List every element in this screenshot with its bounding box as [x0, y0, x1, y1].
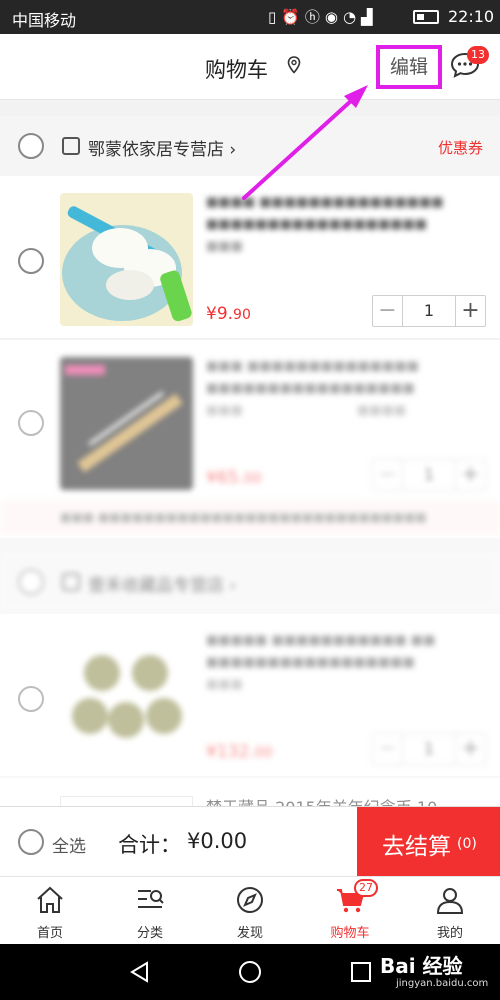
decrease-button[interactable]: − [373, 460, 403, 490]
page-title: 购物车 [205, 58, 268, 82]
cart-item: ■■■ ■■■■■■■■■■■■■■ ■■■■■■■■■■■■■■■■■ ■■■ ■… [0, 340, 500, 538]
item-select-radio[interactable] [18, 686, 44, 712]
chevron-right-icon: › [229, 576, 237, 596]
location-icon[interactable] [287, 56, 301, 74]
bottom-tab-bar: 首页 分类 发现 27 购物车 我的 [0, 876, 500, 944]
store-header: 鄂蒙依家居专营店 › 优惠券 [0, 116, 500, 176]
promotion-row: ■■■ ■■■■■■■■■■■■■■■■■■■■■■■■■■■■■ [0, 500, 500, 536]
store-name[interactable]: 鄂蒙依家居专营店 › [88, 135, 236, 160]
status-bar: 中国移动 ▯⏰ⓗ◉◔▟ 22:10 [0, 0, 500, 34]
tab-category[interactable]: 分类 [100, 877, 200, 945]
select-all-label[interactable]: 全选 [52, 832, 86, 857]
compass-icon [237, 887, 263, 913]
product-image[interactable] [60, 357, 193, 490]
tab-label: 购物车 [330, 926, 370, 941]
item-price: ¥65.00 [206, 468, 262, 488]
chevron-right-icon: › [229, 140, 237, 160]
store-name[interactable]: 壹禾收藏品专营店 › [88, 571, 236, 596]
cart-item: 梦于藏品 2015年羊年纪念币 10 [0, 778, 500, 806]
tab-label: 发现 [236, 926, 263, 941]
checkout-button[interactable]: 去结算 (0) [357, 807, 500, 877]
checkout-bar: 全选 合计： ¥0.00 去结算 (0) [0, 806, 500, 877]
tab-cart[interactable]: 27 购物车 [300, 877, 400, 945]
coupon-link[interactable]: 优惠券 [438, 137, 483, 158]
tab-profile[interactable]: 我的 [400, 877, 500, 945]
quantity-stepper[interactable]: − 1 + [372, 733, 486, 765]
product-image[interactable] [60, 193, 193, 326]
shop-icon [62, 573, 80, 591]
checkout-label: 去结算 [382, 834, 451, 860]
total-amount: ¥0.00 [187, 829, 248, 853]
product-title[interactable]: ■■■ ■■■■■■■■■■■■■■ ■■■■■■■■■■■■■■■■■ ■■■ ■… [206, 356, 446, 422]
tab-label: 我的 [436, 926, 463, 941]
battery-icon [413, 10, 439, 24]
quantity-stepper[interactable]: − 1 + [372, 295, 486, 327]
edit-button[interactable]: 编辑 [376, 45, 442, 89]
watermark-logo: Bai 经验 [380, 954, 463, 978]
product-title[interactable]: ■■■■■ ■■■■■■■■■■■ ■■ ■■■■■■■■■■■■■■■■■ ■■■ [206, 630, 446, 696]
shop-icon [62, 137, 80, 155]
quantity-value[interactable]: 1 [403, 734, 455, 764]
total-label: 合计： [118, 833, 181, 857]
back-icon[interactable] [128, 960, 150, 984]
item-price: ¥9.90 [206, 304, 251, 324]
message-badge: 13 [467, 46, 489, 64]
checkout-count: (0) [457, 836, 477, 852]
quantity-value[interactable]: 1 [403, 460, 455, 490]
tab-discover[interactable]: 发现 [200, 877, 300, 945]
page-header: 购物车 编辑 13 [0, 34, 500, 100]
store-select-radio[interactable] [18, 133, 44, 159]
status-icons: ▯⏰ⓗ◉◔▟ [268, 8, 378, 26]
tab-label: 分类 [136, 926, 163, 941]
product-image[interactable] [60, 796, 193, 806]
select-all-radio[interactable] [18, 829, 44, 855]
cart-item: ■■■■■ ■■■■■■■■■■■ ■■ ■■■■■■■■■■■■■■■■■ ■■■… [0, 614, 500, 776]
increase-button[interactable]: + [455, 296, 485, 326]
watermark-url: jingyan.baidu.com [396, 978, 489, 989]
recents-icon[interactable] [350, 961, 372, 983]
tab-label: 首页 [36, 926, 63, 941]
store-select-radio[interactable] [18, 569, 44, 595]
decrease-button[interactable]: − [373, 734, 403, 764]
item-price: ¥132.00 [206, 742, 273, 762]
store-header: 壹禾收藏品专营店 › [0, 552, 500, 612]
home-circle-icon[interactable] [238, 960, 262, 984]
product-title[interactable]: 梦于藏品 2015年羊年纪念币 10 [206, 794, 437, 806]
system-nav-bar: Bai 经验 jingyan.baidu.com [0, 944, 500, 1000]
category-icon [138, 890, 164, 908]
home-icon [37, 886, 63, 913]
carrier-label: 中国移动 [12, 11, 77, 30]
quantity-stepper[interactable]: − 1 + [372, 459, 486, 491]
quantity-value[interactable]: 1 [403, 296, 455, 326]
clock: 22:10 [448, 7, 495, 26]
person-icon [436, 888, 464, 914]
increase-button[interactable]: + [455, 460, 485, 490]
product-title[interactable]: ■■■■ ■■■■■■■■■■■■■■■ ■■■■■■■■■■■■■■■■■■ ■■… [206, 192, 446, 258]
tab-home[interactable]: 首页 [0, 877, 100, 945]
decrease-button[interactable]: − [373, 296, 403, 326]
product-image[interactable] [60, 628, 193, 761]
increase-button[interactable]: + [455, 734, 485, 764]
item-select-radio[interactable] [18, 248, 44, 274]
cart-badge: 27 [354, 879, 378, 897]
cart-item: ■■■■ ■■■■■■■■■■■■■■■ ■■■■■■■■■■■■■■■■■■ ■■… [0, 176, 500, 338]
item-select-radio[interactable] [18, 410, 44, 436]
